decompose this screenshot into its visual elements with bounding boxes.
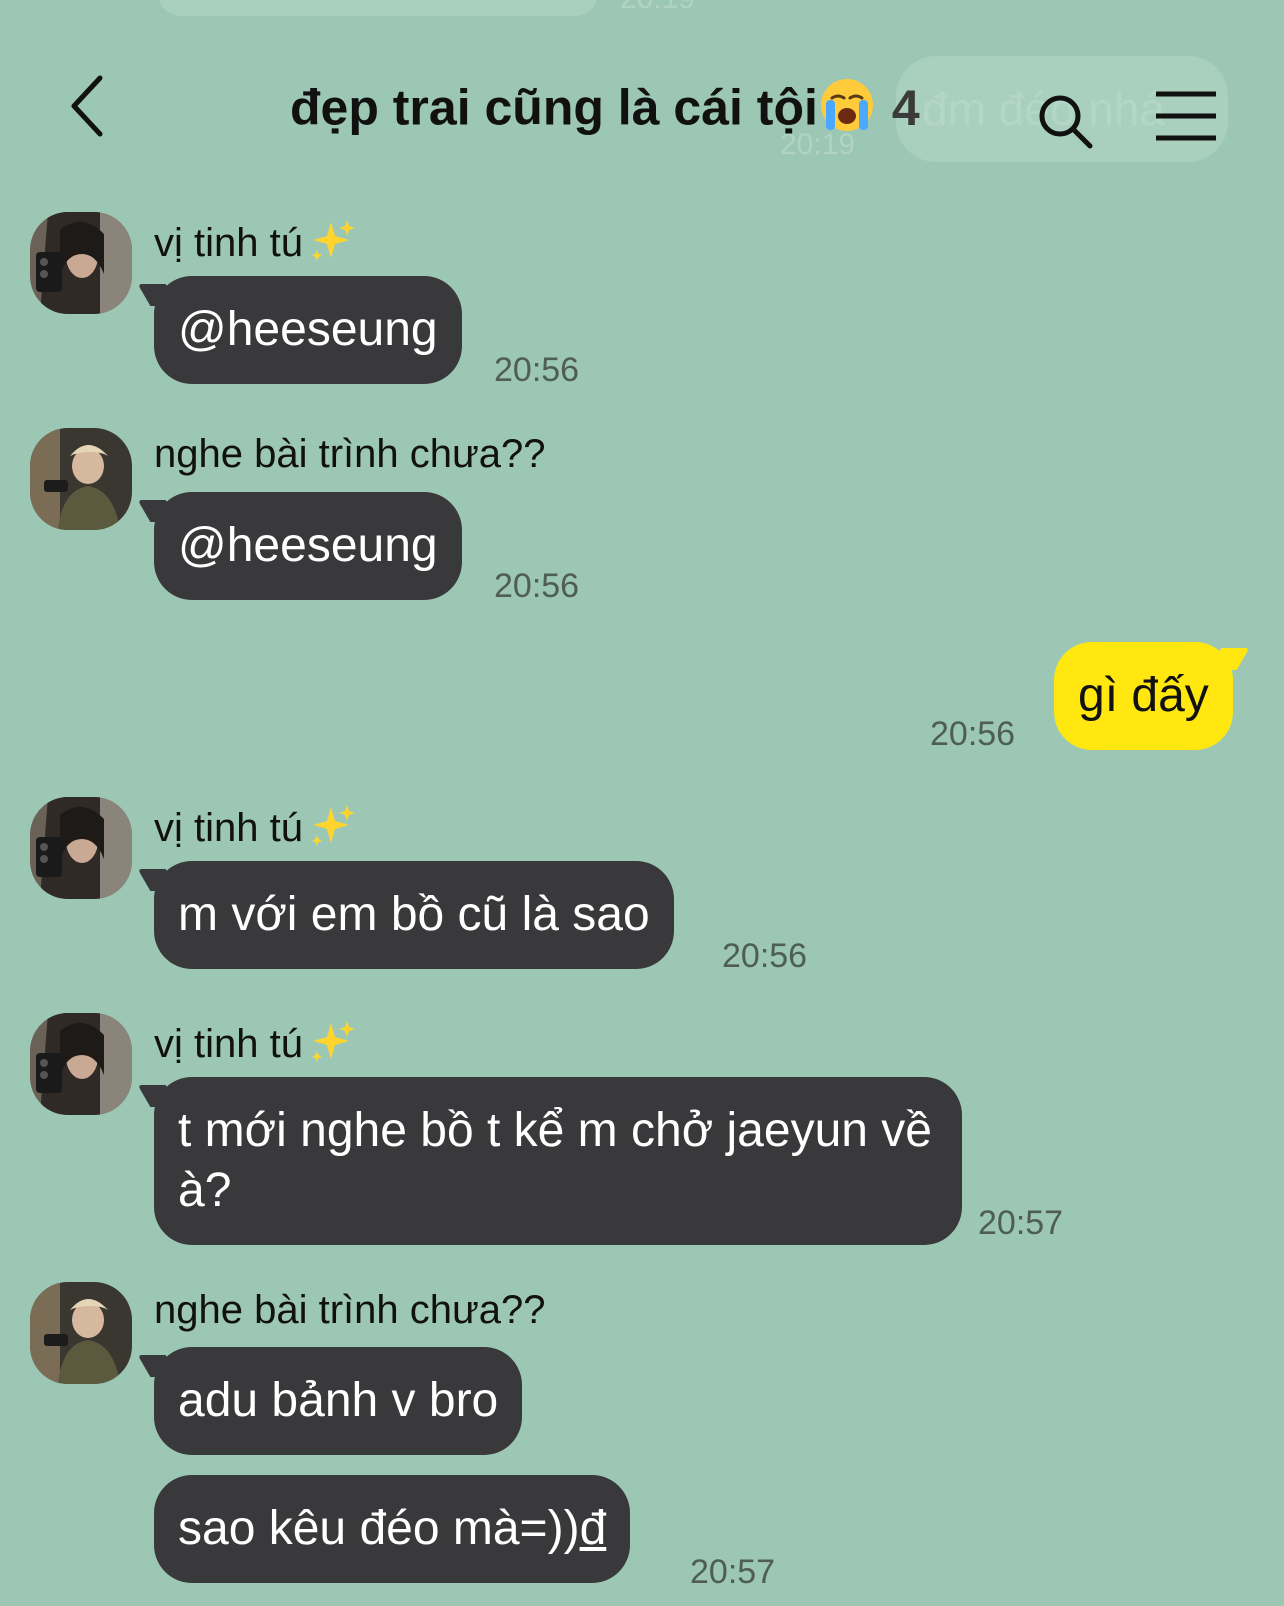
crying-face-icon: [818, 76, 876, 147]
chat-title-text: đẹp trai cũng là cái tội: [290, 79, 818, 136]
sparkles-icon: [309, 801, 357, 860]
message-time: 20:57: [690, 1553, 776, 1591]
message-time: 20:56: [494, 351, 580, 389]
message-bubble[interactable]: @heeseung: [154, 492, 462, 600]
avatar-nghe-bai-trinh-chua[interactable]: [30, 1282, 132, 1384]
chat-title: đẹp trai cũng là cái tội 4: [290, 76, 920, 147]
avatar-nghe-bai-trinh-chua[interactable]: [30, 428, 132, 530]
menu-button[interactable]: [1154, 90, 1218, 142]
message-bubble[interactable]: t mới nghe bồ t kể m chở jaeyun về à?: [154, 1077, 962, 1245]
hamburger-menu-icon: [1156, 91, 1216, 141]
message-bubble[interactable]: adu bảnh v bro: [154, 1347, 523, 1455]
sender-name: vị tinh tú: [154, 801, 357, 860]
sparkles-icon: [309, 1017, 357, 1076]
message-text-suffix: đ: [579, 1502, 607, 1555]
ghost-bubble-top: [158, 0, 598, 16]
message-time: 20:56: [930, 715, 1016, 753]
ghost-time-top: 20:19: [620, 0, 695, 16]
search-button[interactable]: [1036, 92, 1096, 152]
my-message-bubble[interactable]: gì đấy: [1054, 642, 1233, 750]
sparkles-icon: [309, 216, 357, 275]
chat-header: đẹp trai cũng là cái tội 4: [0, 40, 1284, 180]
sender-name: vị tinh tú: [154, 1017, 357, 1076]
message-bubble[interactable]: @heeseung: [154, 276, 462, 384]
message-bubble[interactable]: sao kêu đéo mà=))đ: [154, 1475, 631, 1583]
avatar-vi-tinh-tu[interactable]: [30, 212, 132, 314]
message-bubble[interactable]: m với em bồ cũ là sao: [154, 861, 674, 969]
chevron-left-icon: [71, 75, 103, 137]
avatar-vi-tinh-tu[interactable]: [30, 1013, 132, 1115]
back-button[interactable]: [58, 70, 118, 150]
sender-name: vị tinh tú: [154, 216, 357, 275]
sender-name: nghe bài trình chưa??: [154, 432, 546, 476]
search-icon: [1039, 95, 1093, 149]
message-time: 20:56: [494, 567, 580, 605]
avatar-vi-tinh-tu[interactable]: [30, 797, 132, 899]
sender-name-text: vị tinh tú: [154, 221, 303, 266]
member-count: 4: [891, 79, 920, 136]
sender-name-text: vị tinh tú: [154, 806, 303, 851]
sender-name-text: vị tinh tú: [154, 1022, 303, 1067]
message-text: sao kêu đéo mà=)): [178, 1502, 580, 1555]
message-time: 20:57: [978, 1204, 1064, 1242]
sender-name: nghe bài trình chưa??: [154, 1288, 546, 1332]
message-time: 20:56: [722, 937, 808, 975]
